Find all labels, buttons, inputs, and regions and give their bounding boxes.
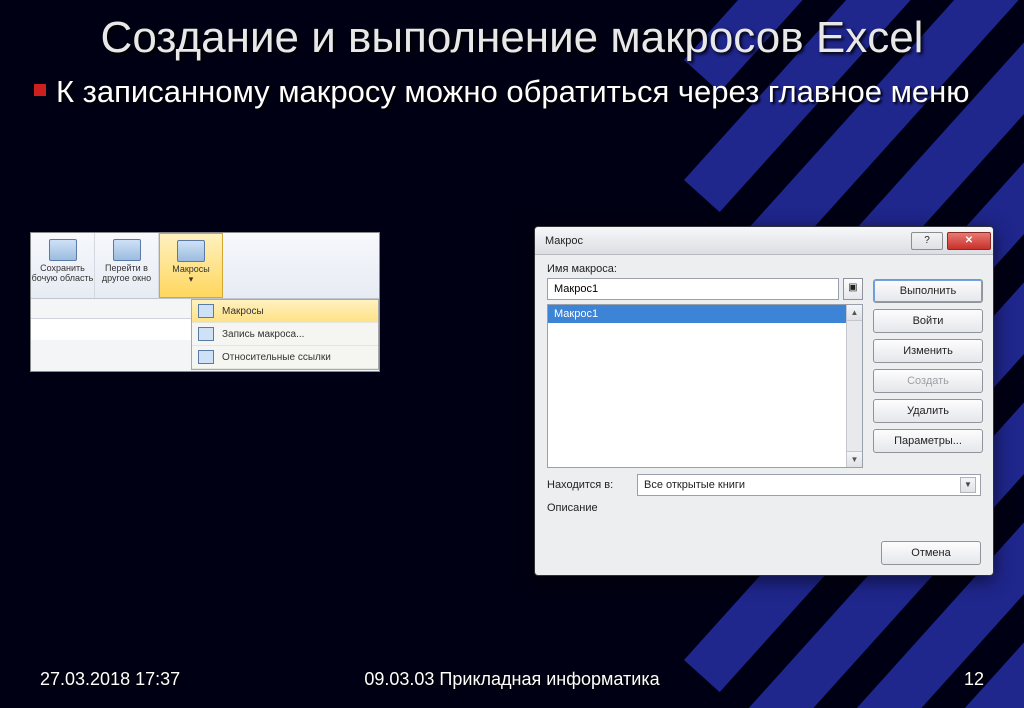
run-button[interactable]: Выполнить	[873, 279, 983, 303]
save-workspace-button[interactable]: Сохранить бочую область	[31, 233, 95, 298]
menu-item-record-macro[interactable]: Запись макроса...	[192, 323, 378, 346]
ref-edit-button[interactable]: ▣	[843, 278, 863, 300]
scroll-up-icon[interactable]: ▲	[847, 305, 862, 321]
list-item[interactable]: Макрос1	[548, 305, 862, 323]
footer-page: 12	[964, 669, 984, 690]
chevron-down-icon: ▼	[960, 477, 976, 493]
slide-footer: 27.03.2018 17:37 09.03.03 Прикладная инф…	[0, 669, 1024, 690]
macro-name-label: Имя макроса:	[547, 263, 863, 275]
location-select[interactable]: Все открытые книги ▼	[637, 474, 981, 496]
scroll-down-icon[interactable]: ▼	[847, 451, 862, 467]
dialog-titlebar: Макрос ? ✕	[535, 227, 993, 255]
bullet-item: К записанному макросу можно обратиться ч…	[0, 62, 1024, 112]
help-button[interactable]: ?	[911, 232, 943, 250]
bullet-marker-icon	[34, 84, 46, 96]
delete-button[interactable]: Удалить	[873, 399, 983, 423]
menu-item-relative-refs[interactable]: Относительные ссылки	[192, 346, 378, 369]
record-icon	[198, 327, 214, 341]
macros-button[interactable]: Макросы ▾	[159, 233, 223, 298]
table-icon	[198, 304, 214, 318]
cancel-button[interactable]: Отмена	[881, 541, 981, 565]
edit-button[interactable]: Изменить	[873, 339, 983, 363]
footer-course: 09.03.03 Прикладная информатика	[364, 669, 659, 690]
dialog-title: Макрос	[545, 235, 583, 247]
slide-title: Создание и выполнение макросов Excel	[0, 0, 1024, 62]
chevron-down-icon: ▾	[160, 275, 222, 285]
macros-icon	[177, 240, 205, 262]
macro-dialog: Макрос ? ✕ Имя макроса: ▣ Макрос1 ▲ ▼ Вы…	[534, 226, 994, 576]
location-label: Находится в:	[547, 479, 631, 491]
macro-name-input[interactable]	[547, 278, 839, 300]
options-button[interactable]: Параметры...	[873, 429, 983, 453]
bullet-text: К записанному макросу можно обратиться ч…	[56, 72, 970, 112]
grid-icon	[198, 350, 214, 364]
create-button: Создать	[873, 369, 983, 393]
switch-window-icon	[113, 239, 141, 261]
macro-list[interactable]: Макрос1 ▲ ▼	[547, 304, 863, 468]
step-in-button[interactable]: Войти	[873, 309, 983, 333]
save-icon	[49, 239, 77, 261]
switch-window-button[interactable]: Перейти в другое окно	[95, 233, 159, 298]
scrollbar[interactable]: ▲ ▼	[846, 305, 862, 467]
location-value: Все открытые книги	[644, 479, 745, 491]
close-button[interactable]: ✕	[947, 232, 991, 250]
footer-date: 27.03.2018 17:37	[40, 669, 180, 690]
menu-item-macros[interactable]: Макросы	[192, 300, 378, 323]
macros-dropdown: Макросы Запись макроса... Относительные …	[191, 299, 379, 370]
ribbon-snippet: Сохранить бочую область Перейти в другое…	[30, 232, 380, 372]
description-label: Описание	[547, 502, 598, 514]
